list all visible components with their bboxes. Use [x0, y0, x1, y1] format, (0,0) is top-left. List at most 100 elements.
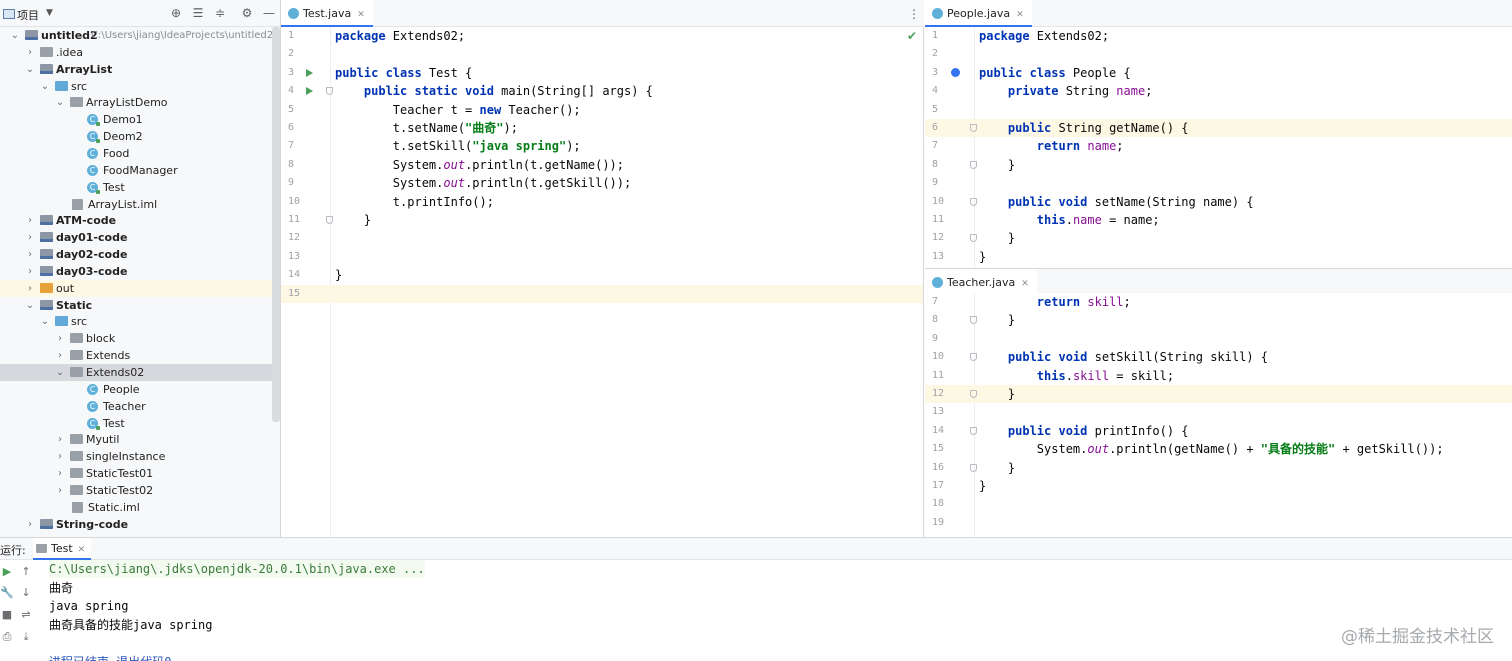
tree-item[interactable]: Static.iml — [0, 499, 280, 516]
fold-icon[interactable] — [970, 160, 977, 169]
wrench-icon[interactable]: 🔧 — [0, 586, 14, 600]
tree-item[interactable]: › singleInstance — [0, 448, 280, 465]
code-line[interactable]: 13} — [925, 248, 1512, 266]
tree-item[interactable]: C FoodManager — [0, 162, 280, 179]
code-line[interactable]: 1 package Extends02; — [925, 27, 1512, 45]
code-line[interactable]: 2 — [925, 45, 1512, 63]
code-line[interactable]: 11 this.skill = skill; — [925, 367, 1512, 385]
code-line[interactable]: 16 } — [925, 459, 1512, 477]
code-line[interactable]: 11 this.name = name; — [925, 211, 1512, 229]
code-line[interactable]: 13 — [925, 403, 1512, 421]
code-line[interactable]: 1 package Extends02; — [281, 27, 923, 45]
tree-item[interactable]: C People — [0, 381, 280, 398]
code-line[interactable]: 9 — [925, 174, 1512, 192]
chevron-down-icon[interactable]: ⌄ — [40, 78, 50, 95]
project-tree-scrollbar[interactable] — [272, 27, 280, 422]
implemented-icon[interactable] — [951, 67, 960, 77]
chevron-right-icon[interactable]: › — [55, 347, 65, 364]
tree-item[interactable]: ⌄ src — [0, 313, 280, 330]
chevron-right-icon[interactable]: › — [25, 516, 35, 533]
chevron-right-icon[interactable]: › — [25, 212, 35, 229]
chevron-down-icon[interactable]: ⌄ — [55, 94, 65, 111]
down-arrow-icon[interactable]: ↓ — [19, 586, 33, 600]
tree-item[interactable]: › day03-code — [0, 263, 280, 280]
close-icon[interactable]: ✕ — [357, 10, 365, 20]
fold-icon[interactable] — [970, 124, 977, 132]
chevron-right-icon[interactable]: › — [55, 431, 65, 448]
gear-icon[interactable]: ⚙ — [239, 5, 255, 21]
code-line[interactable]: 7 t.setSkill("java spring"); — [281, 137, 923, 155]
chevron-down-icon[interactable]: ⌄ — [25, 297, 35, 314]
chevron-right-icon[interactable]: › — [55, 465, 65, 482]
code-line[interactable]: 5 — [925, 101, 1512, 119]
tree-item[interactable]: › day02-code — [0, 246, 280, 263]
code-line[interactable]: 6 public String getName() { — [925, 119, 1512, 138]
code-line[interactable]: 12 } — [925, 229, 1512, 247]
collapse-all-icon[interactable]: ≑ — [212, 5, 228, 21]
chevron-right-icon[interactable]: › — [25, 44, 35, 61]
close-icon[interactable]: ✕ — [1016, 10, 1024, 20]
code-line[interactable]: 3 public class People { — [925, 64, 1512, 82]
fold-icon[interactable] — [970, 390, 977, 398]
chevron-right-icon[interactable]: › — [25, 229, 35, 246]
code-line[interactable]: 3 public class Test { — [281, 64, 923, 82]
fold-icon[interactable] — [970, 426, 977, 435]
tree-item[interactable]: C Deom2 — [0, 128, 280, 145]
code-line[interactable]: 9 — [925, 330, 1512, 348]
tree-item[interactable]: ⌄ src — [0, 78, 280, 95]
tree-item[interactable]: › Myutil — [0, 431, 280, 448]
code-line[interactable]: 7 return name; — [925, 137, 1512, 155]
code-line[interactable]: 4 private String name; — [925, 82, 1512, 100]
chevron-right-icon[interactable]: › — [55, 330, 65, 347]
code-line[interactable]: 15 — [281, 284, 923, 303]
chevron-right-icon[interactable]: › — [25, 246, 35, 263]
tree-item[interactable]: › StaticTest02 — [0, 482, 280, 499]
code-line[interactable]: 2 — [281, 45, 923, 63]
code-line[interactable]: 6 t.setName("曲奇"); — [281, 119, 923, 137]
code-line[interactable]: 12 } — [925, 385, 1512, 404]
code-line[interactable]: 10 t.printInfo(); — [281, 193, 923, 211]
code-line[interactable]: 8 System.out.println(t.getName()); — [281, 156, 923, 174]
rerun-icon[interactable]: ▶ — [0, 565, 14, 579]
chevron-right-icon[interactable]: › — [25, 263, 35, 280]
chevron-down-icon[interactable]: ⌄ — [25, 61, 35, 78]
tree-item[interactable]: ⌄ ArrayList — [0, 61, 280, 78]
close-icon[interactable]: ✕ — [78, 545, 86, 555]
tree-item[interactable]: C Food — [0, 145, 280, 162]
editor-test-java[interactable]: ✔ 1 package Extends02; 2 3 public class Test… — [281, 27, 924, 537]
minimize-icon[interactable]: — — [261, 5, 277, 21]
print-icon[interactable]: ⎙ — [0, 630, 14, 644]
chevron-down-icon[interactable]: ⌄ — [40, 313, 50, 330]
tree-item[interactable]: › .idea — [0, 44, 280, 61]
run-tab-test[interactable]: Test ✕ — [33, 538, 92, 560]
dropdown-icon[interactable]: ▼ — [46, 8, 53, 18]
code-line[interactable]: 13 — [281, 248, 923, 266]
fold-icon[interactable] — [970, 234, 977, 243]
tree-item[interactable]: › Extends — [0, 347, 280, 364]
tab-teacher-java[interactable]: Teacher.java ✕ — [925, 269, 1037, 296]
fold-icon[interactable] — [326, 87, 333, 96]
tree-item[interactable]: ⌄ Extends02 — [0, 364, 280, 381]
tree-item[interactable]: › block — [0, 330, 280, 347]
fold-icon[interactable] — [326, 216, 333, 224]
code-line[interactable]: 11 } — [281, 211, 923, 229]
tree-item[interactable]: › String-code — [0, 516, 280, 533]
code-line[interactable]: 8 } — [925, 311, 1512, 329]
stop-icon[interactable]: ■ — [0, 608, 14, 622]
tree-item[interactable]: C Teacher — [0, 398, 280, 415]
soft-wrap-icon[interactable]: ⇌ — [19, 608, 33, 622]
code-line[interactable]: 8 } — [925, 156, 1512, 174]
code-line[interactable]: 15 System.out.println(getName() + "具备的技能… — [925, 440, 1512, 458]
more-icon[interactable]: ⋮ — [906, 6, 922, 22]
chevron-down-icon[interactable]: ⌄ — [55, 364, 65, 381]
code-line[interactable]: 7 return skill; — [925, 293, 1512, 311]
expand-all-icon[interactable]: ☰ — [190, 5, 206, 21]
tree-item[interactable]: C Test — [0, 179, 280, 196]
code-line[interactable]: 4 public static void main(String[] args)… — [281, 82, 923, 100]
fold-icon[interactable] — [970, 463, 977, 472]
fold-icon[interactable] — [970, 353, 977, 362]
tab-people-java[interactable]: People.java ✕ — [925, 0, 1032, 27]
code-line[interactable]: 14 public void printInfo() { — [925, 422, 1512, 440]
tree-item[interactable]: › StaticTest01 — [0, 465, 280, 482]
chevron-right-icon[interactable]: › — [55, 482, 65, 499]
